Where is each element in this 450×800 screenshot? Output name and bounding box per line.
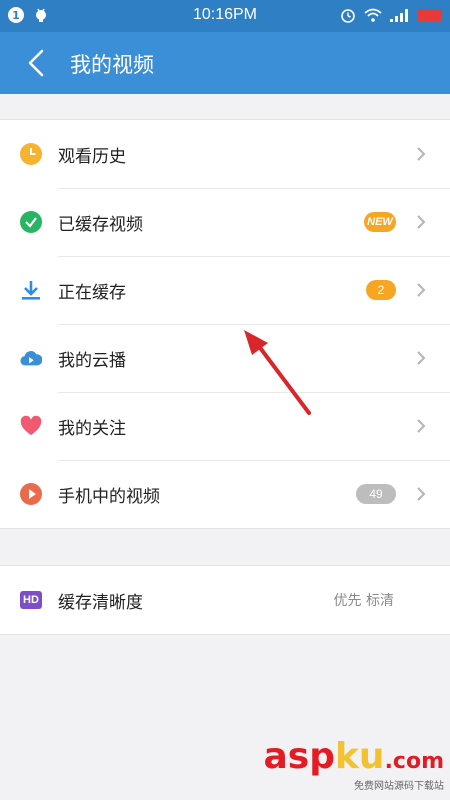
video-menu: 观看历史 已缓存视频 NEW 正在缓存 2 我的云播 我的关注 手机中的视频 4… (0, 119, 450, 529)
alarm-icon (341, 9, 355, 23)
menu-item-label: 已缓存视频 (58, 214, 143, 235)
menu-item-label: 缓存清晰度 (58, 592, 143, 613)
wifi-icon (364, 8, 382, 22)
count-badge: 2 (366, 280, 396, 300)
menu-item-cloud-play[interactable]: 我的云播 (0, 324, 450, 392)
chevron-right-icon (417, 147, 426, 161)
clock-icon (20, 143, 42, 165)
cache-settings: HD 缓存清晰度 优先 标清 (0, 565, 450, 635)
app-bar: 我的视频 (0, 32, 450, 94)
count-badge: 49 (356, 484, 396, 504)
back-arrow-icon[interactable] (22, 47, 50, 79)
menu-item-label: 观看历史 (58, 146, 126, 167)
status-bar: 1 10:16PM (0, 0, 450, 32)
chevron-right-icon (417, 487, 426, 501)
menu-item-cache-quality[interactable]: HD 缓存清晰度 优先 标清 (0, 566, 450, 634)
chevron-right-icon (417, 419, 426, 433)
watermark-accent: ku (334, 736, 385, 777)
check-circle-icon (20, 211, 42, 233)
download-icon (20, 279, 42, 301)
menu-item-phone-videos[interactable]: 手机中的视频 49 (0, 460, 450, 528)
menu-item-watch-history[interactable]: 观看历史 (0, 120, 450, 188)
menu-item-label: 我的云播 (58, 350, 126, 371)
watermark-logo: aspku.com 免费网站源码下载站 (263, 736, 444, 793)
page-title: 我的视频 (70, 53, 154, 77)
menu-item-label: 我的关注 (58, 418, 126, 439)
signal-icon (390, 8, 408, 22)
watermark-main: asp (263, 736, 335, 777)
hd-icon: HD (20, 589, 42, 611)
menu-item-my-follows[interactable]: 我的关注 (0, 392, 450, 460)
play-circle-icon (20, 483, 42, 505)
menu-item-caching[interactable]: 正在缓存 2 (0, 256, 450, 324)
watermark-caption: 免费网站源码下载站 (354, 781, 444, 792)
cloud-play-icon (20, 347, 42, 369)
quality-value: 优先 标清 (333, 593, 394, 609)
chevron-right-icon (417, 215, 426, 229)
chevron-right-icon (417, 283, 426, 297)
new-badge: NEW (364, 212, 396, 232)
menu-item-label: 正在缓存 (58, 282, 126, 303)
heart-icon (20, 415, 42, 437)
menu-item-label: 手机中的视频 (58, 486, 160, 507)
chevron-right-icon (417, 351, 426, 365)
menu-item-cached-videos[interactable]: 已缓存视频 NEW (0, 188, 450, 256)
watermark-suffix: .com (384, 749, 444, 774)
battery-icon (418, 8, 442, 22)
